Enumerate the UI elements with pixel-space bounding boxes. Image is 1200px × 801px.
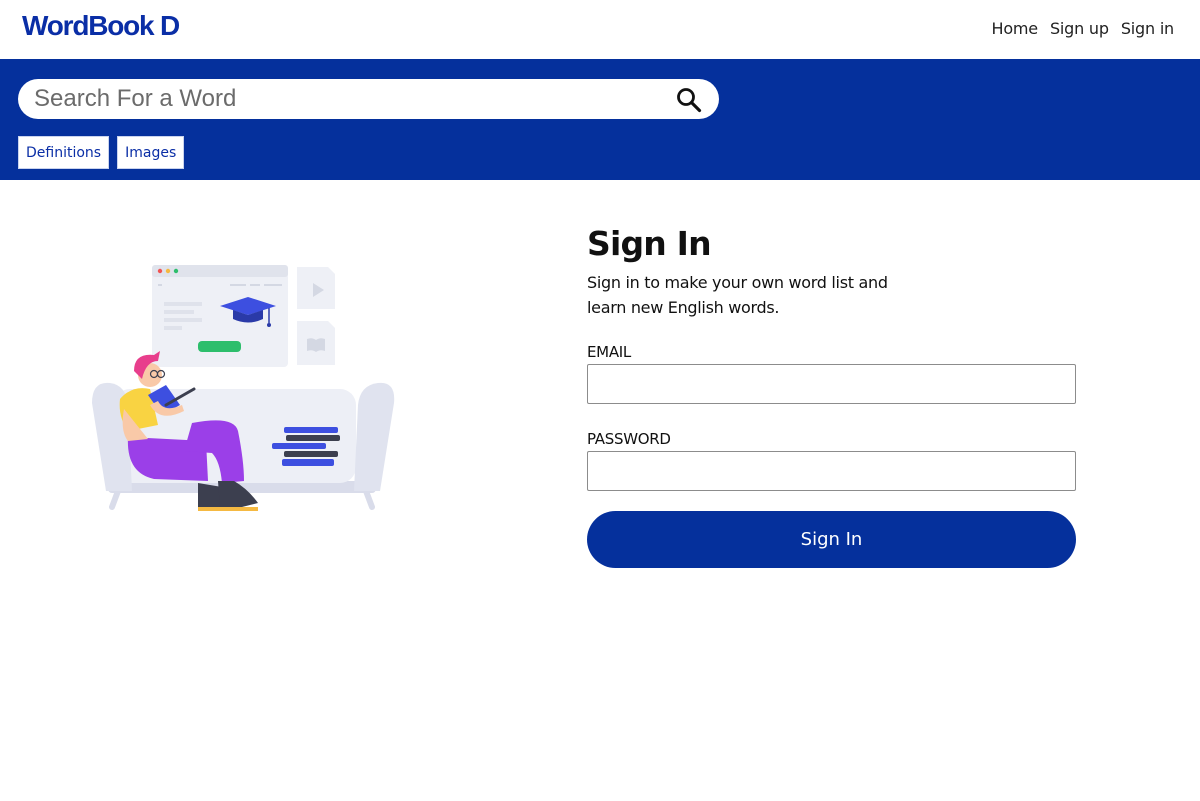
- search-input[interactable]: [34, 83, 654, 115]
- password-field[interactable]: [587, 451, 1076, 491]
- nav-signup-link[interactable]: Sign up: [1050, 19, 1109, 38]
- reading-illustration: [88, 255, 400, 515]
- main-nav: Home Sign up Sign in: [991, 19, 1174, 38]
- search-band: Definitions Images: [0, 59, 1200, 180]
- search-mode-tabs: Definitions Images: [18, 136, 185, 169]
- email-label: EMAIL: [587, 343, 631, 361]
- email-field[interactable]: [587, 364, 1076, 404]
- signin-subtitle: Sign in to make your own word list and l…: [587, 273, 888, 317]
- password-label: PASSWORD: [587, 430, 671, 448]
- search-bar: [18, 79, 719, 119]
- top-navbar: WordBook D Home Sign up Sign in: [0, 0, 1200, 59]
- signin-form: Sign In Sign in to make your own word li…: [587, 224, 1076, 568]
- nav-home-link[interactable]: Home: [991, 19, 1038, 38]
- nav-signin-link[interactable]: Sign in: [1121, 19, 1174, 38]
- signin-title: Sign In: [587, 224, 712, 263]
- site-logo[interactable]: WordBook D: [22, 10, 180, 42]
- search-icon[interactable]: [675, 86, 703, 114]
- tab-definitions[interactable]: Definitions: [18, 136, 110, 169]
- signin-submit-button[interactable]: Sign In: [587, 511, 1076, 568]
- tab-images[interactable]: Images: [117, 136, 185, 169]
